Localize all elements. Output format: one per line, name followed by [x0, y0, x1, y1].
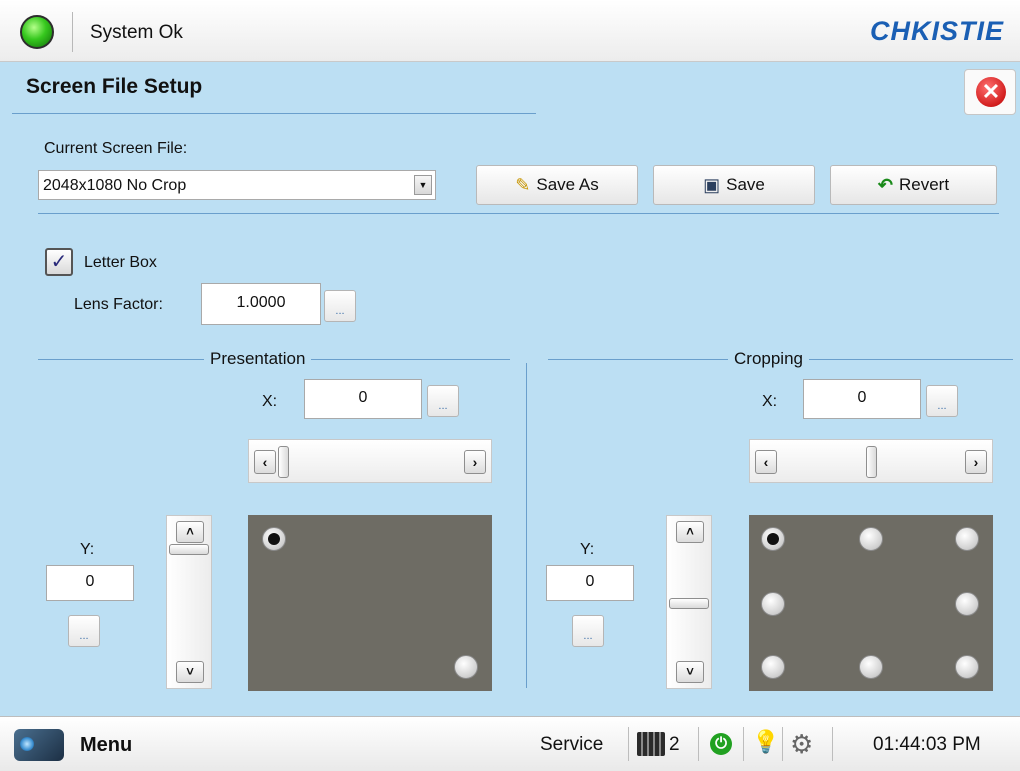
chevron-up-icon[interactable]: ˄	[676, 521, 704, 543]
cropping-y-input[interactable]: 0	[546, 565, 634, 601]
presentation-y-slider[interactable]: ˄ ˅	[166, 515, 212, 689]
cropping-position-grid	[749, 515, 993, 691]
slider-thumb[interactable]	[866, 446, 877, 478]
clapperboard-icon	[637, 732, 665, 756]
presentation-title: Presentation	[204, 349, 312, 369]
revert-button[interactable]: ↶ Revert	[830, 165, 997, 205]
channel-number: 2	[669, 734, 680, 755]
position-bottom-center-radio[interactable]	[859, 655, 883, 679]
floppy-disk-icon: ▣	[703, 174, 721, 195]
position-top-right-radio[interactable]	[955, 527, 979, 551]
presentation-position-grid	[248, 515, 492, 691]
bottom-bar: Menu Service 2 ⏻ 💡 ⚙ 01:44:03 PM	[0, 716, 1020, 771]
power-icon[interactable]: ⏻	[710, 733, 732, 755]
cropping-y-label: Y:	[580, 541, 595, 558]
position-middle-left-radio[interactable]	[761, 592, 785, 616]
section-divider	[38, 213, 999, 214]
presentation-y-keypad-button[interactable]: ...	[68, 615, 100, 647]
center-divider	[526, 363, 527, 688]
cropping-title: Cropping	[728, 349, 809, 369]
presentation-y-label: Y:	[80, 541, 95, 558]
lens-factor-keypad-button[interactable]: ...	[324, 290, 356, 322]
presentation-x-input[interactable]: 0	[304, 379, 422, 419]
title-divider	[12, 113, 536, 114]
chevron-left-icon[interactable]: ‹	[755, 450, 777, 474]
lamp-bulb-icon[interactable]: 💡	[752, 729, 779, 755]
lens-factor-label: Lens Factor:	[74, 296, 163, 313]
presentation-x-slider[interactable]: ‹ ›	[248, 439, 492, 483]
chevron-right-icon[interactable]: ›	[965, 450, 987, 474]
position-top-left-radio[interactable]	[262, 527, 286, 551]
slider-thumb[interactable]	[278, 446, 289, 478]
close-button[interactable]: ✕	[964, 69, 1016, 115]
chevron-up-icon[interactable]: ˄	[176, 521, 204, 543]
chevron-right-icon[interactable]: ›	[464, 450, 486, 474]
divider	[698, 727, 699, 761]
gear-icon[interactable]: ⚙	[790, 729, 813, 760]
position-middle-right-radio[interactable]	[955, 592, 979, 616]
christie-logo: CHKISTIE	[869, 16, 1004, 46]
divider	[628, 727, 629, 761]
divider	[832, 727, 833, 761]
cropping-y-slider[interactable]: ˄ ˅	[666, 515, 712, 689]
screen-file-setup-panel: Screen File Setup ✕ Current Screen File:…	[0, 63, 1020, 716]
status-led-icon	[20, 15, 54, 49]
cropping-y-keypad-button[interactable]: ...	[572, 615, 604, 647]
divider	[743, 727, 744, 761]
chevron-down-icon[interactable]: ˅	[176, 661, 204, 683]
presentation-x-keypad-button[interactable]: ...	[427, 385, 459, 417]
position-bottom-right-radio[interactable]	[454, 655, 478, 679]
chevron-left-icon[interactable]: ‹	[254, 450, 276, 474]
revert-label: Revert	[899, 175, 950, 194]
screen-file-selected-value: 2048x1080 No Crop	[43, 177, 187, 194]
undo-arrow-icon: ↶	[877, 174, 893, 195]
letter-box-label: Letter Box	[84, 254, 157, 271]
position-bottom-left-radio[interactable]	[761, 655, 785, 679]
divider	[782, 727, 783, 761]
top-status-bar: System Ok CHKISTIE	[0, 0, 1020, 62]
clock-time: 01:44:03 PM	[873, 734, 981, 755]
status-text: System Ok	[90, 22, 183, 43]
chevron-down-icon[interactable]: ˅	[676, 661, 704, 683]
cropping-x-input[interactable]: 0	[803, 379, 921, 419]
cropping-x-keypad-button[interactable]: ...	[926, 385, 958, 417]
current-screen-file-label: Current Screen File:	[44, 140, 188, 157]
menu-label: Menu	[80, 734, 133, 756]
save-label: Save	[726, 175, 765, 194]
close-icon: ✕	[976, 77, 1006, 107]
position-top-left-radio[interactable]	[761, 527, 785, 551]
screen-file-dropdown[interactable]: 2048x1080 No Crop ▼	[38, 170, 436, 200]
slider-thumb[interactable]	[169, 544, 209, 555]
access-level-text: Service	[540, 734, 604, 755]
position-bottom-right-radio[interactable]	[955, 655, 979, 679]
save-button[interactable]: ▣ Save	[653, 165, 815, 205]
presentation-x-label: X:	[262, 393, 278, 410]
lens-factor-input[interactable]: 1.0000	[201, 283, 321, 325]
page-title: Screen File Setup	[26, 75, 203, 98]
save-as-button[interactable]: ✎ Save As	[476, 165, 638, 205]
letter-box-checkbox[interactable]: ✓	[45, 248, 73, 276]
edit-pencil-icon: ✎	[515, 174, 531, 195]
projector-icon	[14, 729, 64, 761]
divider	[72, 12, 73, 52]
cropping-x-label: X:	[762, 393, 778, 410]
slider-thumb[interactable]	[669, 598, 709, 609]
save-as-label: Save As	[536, 175, 599, 194]
position-top-center-radio[interactable]	[859, 527, 883, 551]
chevron-down-icon[interactable]: ▼	[414, 175, 432, 195]
presentation-y-input[interactable]: 0	[46, 565, 134, 601]
cropping-x-slider[interactable]: ‹ ›	[749, 439, 993, 483]
